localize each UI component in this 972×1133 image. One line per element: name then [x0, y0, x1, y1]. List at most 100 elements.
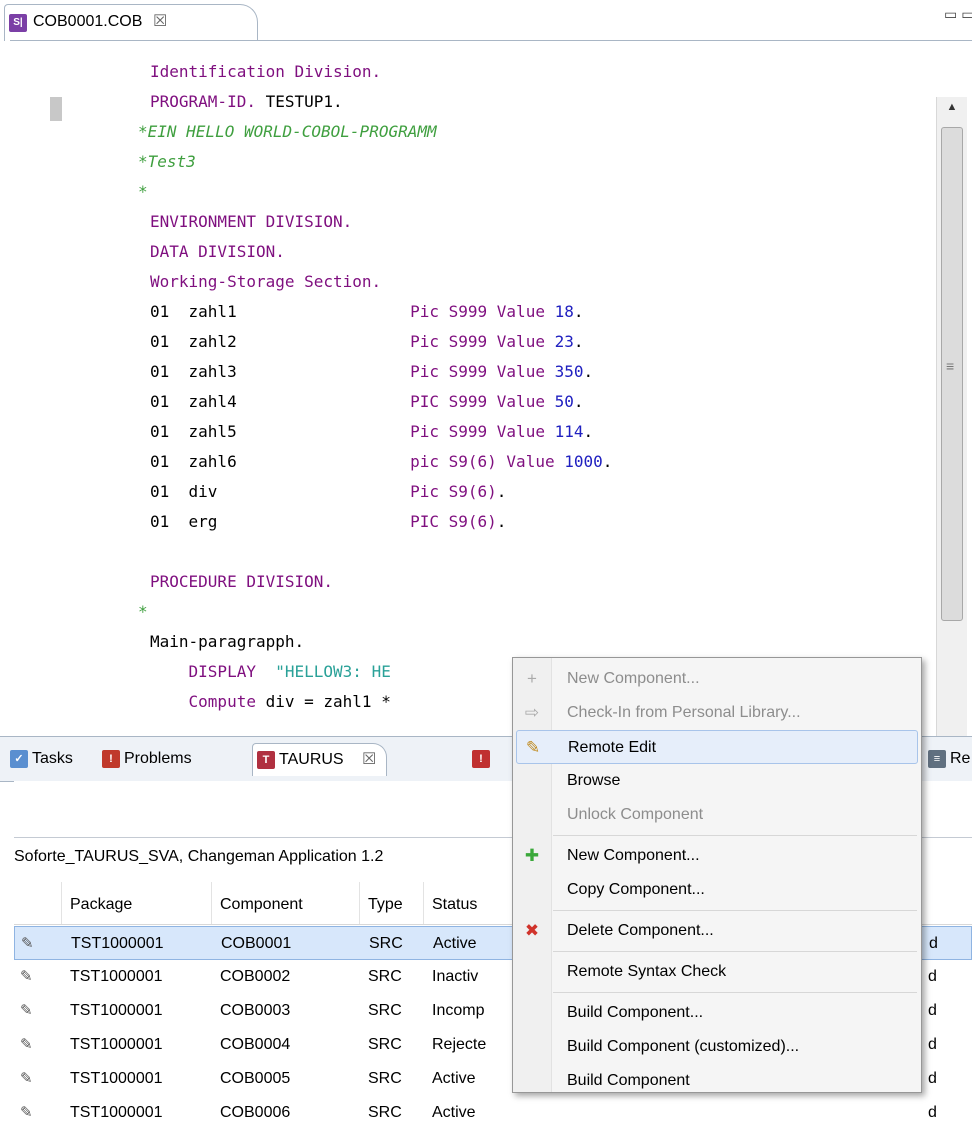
- code-line[interactable]: 01 zahl2 Pic S999 Value 23.: [150, 327, 584, 357]
- menu-separator: [553, 835, 917, 836]
- column-header-type[interactable]: Type: [360, 882, 424, 924]
- menu-item-label: Build Component...: [567, 1004, 704, 1021]
- code-line[interactable]: *: [138, 597, 148, 627]
- menu-item-unlock-component[interactable]: Unlock Component: [513, 798, 921, 832]
- cell-type: SRC: [368, 1002, 402, 1019]
- cell-component: COB0003: [220, 1002, 291, 1019]
- minimize-maximize-icon[interactable]: ▭▭: [944, 6, 972, 23]
- code-line[interactable]: *: [138, 177, 148, 207]
- menu-item-delete-component[interactable]: ✖ Delete Component...: [513, 914, 921, 948]
- edit-component-icon: ✎: [20, 1002, 33, 1019]
- code-line[interactable]: PROGRAM-ID. TESTUP1.: [150, 87, 343, 117]
- code-token: 01 zahl1: [150, 302, 411, 321]
- cell-tail: d: [928, 1002, 937, 1019]
- menu-item-check-in-from-personal-library[interactable]: ⇨ Check-In from Personal Library...: [513, 696, 921, 730]
- code-line[interactable]: DATA DIVISION.: [150, 237, 285, 267]
- code-line[interactable]: 01 zahl4 PIC S999 Value 50.: [150, 387, 584, 417]
- tab-problems[interactable]: ! Problems: [102, 743, 192, 775]
- menu-item-label: New Component...: [567, 847, 700, 864]
- table-row[interactable]: ✎ TST1000001 COB0006 SRC Active d: [14, 1096, 972, 1130]
- close-icon[interactable]: ☒: [362, 751, 376, 768]
- menu-item-build-component-customized[interactable]: Build Component (customized)...: [513, 1030, 921, 1064]
- cell-package: TST1000001: [70, 968, 163, 985]
- scroll-up-icon[interactable]: ▲: [937, 101, 967, 121]
- code-token: DATA DIVISION.: [150, 242, 285, 261]
- check-in-icon: ⇨: [524, 703, 540, 722]
- problems-icon: !: [102, 749, 120, 768]
- code-line[interactable]: 01 zahl5 Pic S999 Value 114.: [150, 417, 593, 447]
- code-token: .: [573, 332, 584, 351]
- tab-taurus[interactable]: T TAURUS ☒: [252, 743, 388, 776]
- edit-component-icon: ✎: [20, 1104, 33, 1121]
- cell-status: Active: [432, 1070, 476, 1087]
- menu-item-copy-component[interactable]: Copy Component...: [513, 873, 921, 907]
- menu-item-build-component[interactable]: Build Component...: [513, 996, 921, 1030]
- tab-tasks[interactable]: ✓ Tasks: [10, 743, 73, 775]
- tab-hidden[interactable]: !: [472, 743, 494, 775]
- code-token: 18: [554, 302, 574, 321]
- code-area[interactable]: Identification Division. PROGRAM-ID. TEST…: [10, 41, 930, 736]
- menu-items: + New Component... ⇨ Check-In from Personal…: [513, 662, 921, 1089]
- code-token: 114: [554, 422, 584, 441]
- scroll-grip-icon: ≡: [946, 358, 955, 374]
- column-header-status[interactable]: Status: [424, 882, 514, 924]
- cell-package: TST1000001: [70, 1070, 163, 1087]
- edit-component-icon: ✎: [20, 1036, 33, 1053]
- cell-status: Active: [433, 935, 477, 952]
- cell-type: SRC: [368, 1070, 402, 1087]
- cell-tail: d: [929, 935, 938, 952]
- close-icon[interactable]: ☒: [153, 11, 167, 31]
- console-icon: ≡: [928, 749, 946, 768]
- code-line[interactable]: ENVIRONMENT DIVISION.: [150, 207, 352, 237]
- menu-item-remote-syntax-check[interactable]: Remote Syntax Check: [513, 955, 921, 989]
- menu-item-new-component[interactable]: + New Component...: [513, 662, 921, 696]
- code-editor[interactable]: Identification Division. PROGRAM-ID. TEST…: [10, 40, 972, 773]
- code-token: 01 div: [150, 482, 411, 501]
- menu-item-build-component[interactable]: Build Component: [513, 1064, 921, 1098]
- tab-console[interactable]: ≡ Re: [928, 743, 970, 775]
- menu-item-label: Build Component: [567, 1072, 690, 1089]
- edit-component-icon: ✎: [20, 1070, 33, 1087]
- code-token: .: [496, 512, 507, 531]
- code-line[interactable]: Working-Storage Section.: [150, 267, 381, 297]
- code-token: *Test3: [138, 152, 196, 171]
- column-header-package[interactable]: Package: [62, 882, 212, 924]
- menu-item-browse[interactable]: Browse: [513, 764, 921, 798]
- code-token: PROCEDURE DIVISION.: [150, 572, 334, 591]
- cell-component: COB0005: [220, 1070, 291, 1087]
- code-line[interactable]: DISPLAY "HELLOW3: HE: [150, 657, 391, 687]
- code-line[interactable]: Main-paragrapph.: [150, 627, 304, 657]
- editor-vertical-scrollbar[interactable]: ▲ ≡ ▼: [936, 97, 967, 773]
- code-line[interactable]: *Test3: [138, 147, 196, 177]
- error-log-icon: !: [472, 749, 490, 768]
- code-line[interactable]: 01 zahl3 Pic S999 Value 350.: [150, 357, 593, 387]
- code-token: 01 zahl5: [150, 422, 411, 441]
- code-line[interactable]: PROCEDURE DIVISION.: [150, 567, 333, 597]
- column-header-component[interactable]: Component: [212, 882, 360, 924]
- menu-item-label: Delete Component...: [567, 922, 714, 939]
- menu-item-label: Check-In from Personal Library...: [567, 704, 801, 721]
- code-line[interactable]: Identification Division.: [150, 57, 381, 87]
- cell-component: COB0006: [220, 1104, 291, 1121]
- menu-item-remote-edit[interactable]: ✎ Remote Edit: [516, 730, 918, 764]
- code-line[interactable]: 01 zahl6 pic S9(6) Value 1000.: [150, 447, 612, 477]
- cell-type: SRC: [368, 1104, 402, 1121]
- code-token: .: [583, 362, 594, 381]
- code-line[interactable]: *EIN HELLO WORLD-COBOL-PROGRAMM: [138, 117, 437, 147]
- code-line[interactable]: Compute div = zahl1 *: [150, 687, 391, 717]
- code-token: .: [573, 392, 584, 411]
- cell-component: COB0001: [221, 935, 292, 952]
- cell-tail: d: [928, 1104, 937, 1121]
- menu-item-new-component[interactable]: ✚ New Component...: [513, 839, 921, 873]
- menu-separator: [553, 992, 917, 993]
- code-token: 350: [554, 362, 584, 381]
- code-line[interactable]: 01 div Pic S9(6).: [150, 477, 506, 507]
- code-line[interactable]: 01 erg PIC S9(6).: [150, 507, 506, 537]
- code-line[interactable]: 01 zahl1 Pic S999 Value 18.: [150, 297, 584, 327]
- tab-label: TAURUS: [279, 751, 344, 768]
- scrollbar-thumb[interactable]: ≡: [941, 127, 963, 621]
- menu-item-label: Build Component (customized)...: [567, 1038, 800, 1055]
- editor-tab-cob0001[interactable]: S| COB0001.COB ☒: [4, 4, 258, 41]
- cell-status: Rejecte: [432, 1036, 487, 1053]
- code-token: .: [583, 422, 594, 441]
